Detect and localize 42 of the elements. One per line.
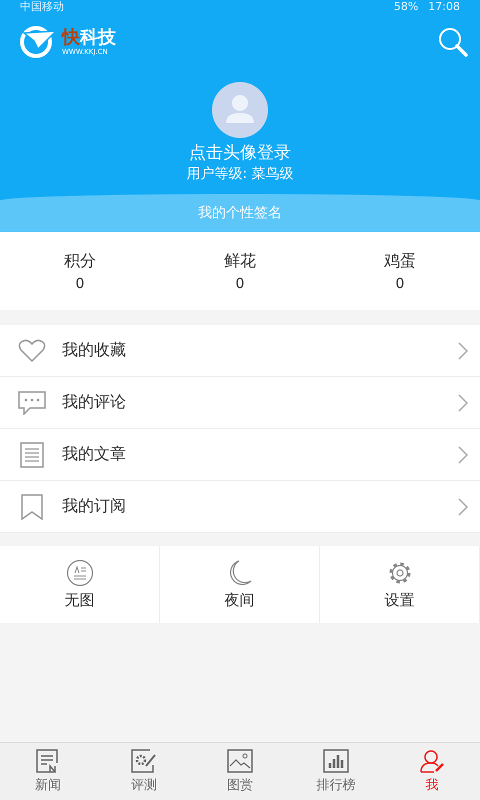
search-icon[interactable] [438,27,468,57]
tool-button[interactable]: 设置 [320,546,480,623]
nav-tab[interactable]: 新闻 [0,743,96,800]
stat-label: 鲜花 [224,250,256,272]
nav-tab[interactable]: 图赏 [192,743,288,800]
battery-text: 58% [394,0,418,14]
menu-item[interactable]: 我的订阅 [0,481,480,533]
user-edit-icon [419,749,445,773]
nav-tab[interactable]: 评测 [96,743,192,800]
heart-icon [18,338,46,362]
stat-value: 0 [76,276,84,292]
stat-value: 0 [236,276,244,292]
comment-icon [18,390,46,414]
stat-label: 积分 [64,250,96,272]
text-mode-icon [66,559,94,587]
chevron-icon [458,498,468,516]
menu-label: 我的订阅 [62,496,127,517]
logo-text: 快科技 [62,28,116,48]
user-level: 用户等级: 菜鸟级 [186,165,294,184]
menu-label: 我的文章 [62,444,127,465]
tool-button[interactable]: 无图 [0,546,160,623]
stat-label: 鸡蛋 [384,250,416,272]
nav-tab[interactable]: 排行榜 [288,743,384,800]
document-icon [18,442,46,468]
carrier-text: 中国移动 [20,0,64,14]
tool-button[interactable]: 夜间 [160,546,320,623]
menu-item[interactable]: 我的收藏 [0,325,480,377]
stat-value: 0 [396,276,404,292]
menu-label: 我的评论 [62,392,127,413]
gear-pencil-icon [131,749,157,773]
bar-chart-icon [323,749,349,773]
menu-item[interactable]: 我的文章 [0,429,480,481]
menu-label: 我的收藏 [62,340,127,361]
avatar-icon[interactable] [212,82,268,138]
nav-tab[interactable]: 我 [384,743,480,800]
time-text: 17:08 [428,0,460,14]
chevron-icon [458,394,468,412]
image-icon [227,749,253,773]
chevron-icon [458,446,468,464]
chevron-icon [458,342,468,360]
news-icon [35,749,61,773]
menu-item[interactable]: 我的评论 [0,377,480,429]
